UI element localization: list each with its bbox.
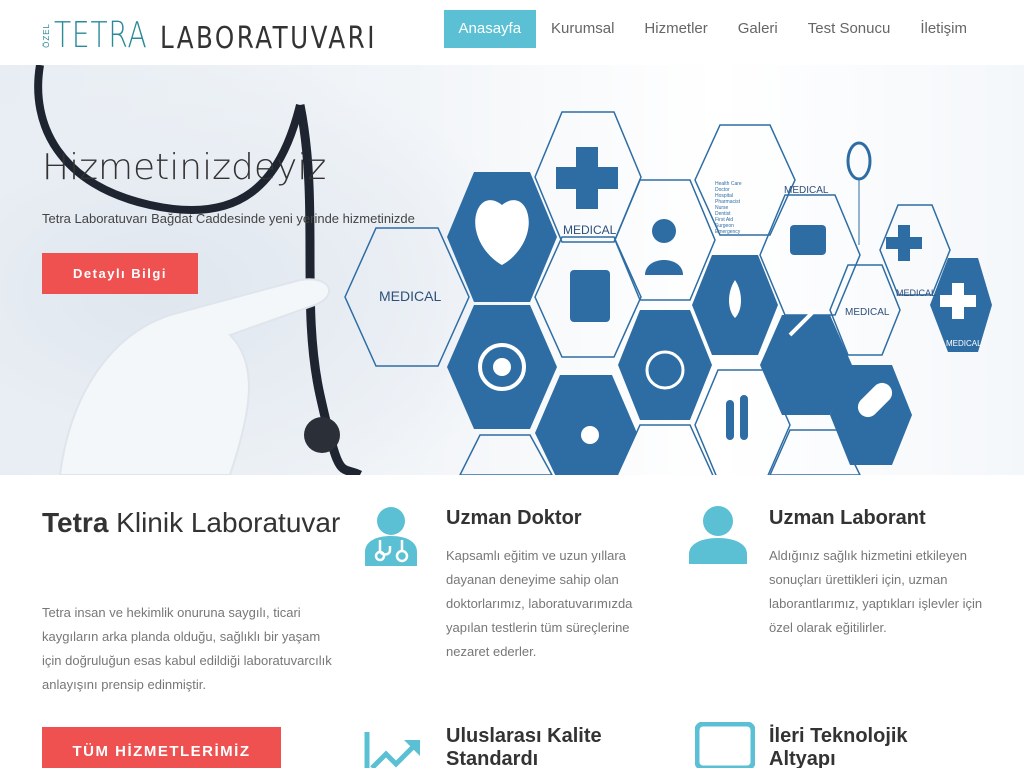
- hex-label-medical: MEDICAL: [845, 307, 890, 318]
- hexagon-outline: [459, 434, 553, 475]
- ring-icon: [846, 141, 872, 181]
- trend-up-icon: [364, 732, 420, 768]
- doctor-icon: [365, 507, 417, 566]
- hex-list-text: Emergency: [715, 229, 741, 235]
- nav-item-anasayfa[interactable]: Anasayfa: [443, 10, 537, 48]
- clipboard-icon: [570, 270, 610, 322]
- feature-title: Uzman Doktor: [446, 507, 582, 529]
- hero-slider: MEDICAL MEDICAL MEDICAL MEDICAL MEDICAL …: [0, 65, 1024, 475]
- stethoscope-tube: [34, 65, 304, 215]
- hexagon-filled: [535, 375, 637, 475]
- doctor-body-icon: [645, 260, 683, 275]
- intro-title: Tetra Klinik Laboratuvar: [42, 506, 342, 539]
- hex-label-medical: MEDICAL: [896, 288, 936, 298]
- logo-brand-text: TETRA: [54, 15, 148, 56]
- feature-uzman-doktor: Uzman Doktor Kapsamlı eğitim ve uzun yıl…: [364, 504, 664, 674]
- hero-detail-button[interactable]: Detaylı Bilgi: [42, 253, 198, 294]
- medical-cross-icon: [556, 147, 618, 209]
- nav-item-kurumsal[interactable]: Kurumsal: [536, 10, 629, 48]
- feature-text: Kapsamlı eğitim ve uzun yıllara dayanan …: [446, 548, 633, 659]
- intro-title-bold: Tetra: [42, 507, 109, 538]
- intro-text: Tetra insan ve hekimlik onuruna saygılı,…: [42, 605, 332, 692]
- feature-teknolojik-altyapi: İleri Teknolojik Altyapı: [695, 722, 995, 768]
- feature-text: Aldığınız sağlık hizmetini etkileyen son…: [769, 548, 983, 635]
- logo-ozel-text: ÖZEL: [42, 23, 51, 48]
- test-tube-icon: [726, 400, 734, 440]
- hero-title: Hizmetinizdeyiz: [42, 147, 327, 188]
- first-aid-kit-icon: [790, 225, 826, 255]
- stethoscope-chestpiece: [304, 417, 340, 453]
- monitor-icon: [695, 722, 755, 768]
- hero-subtitle: Tetra Laboratuvarı Bağdat Caddesinde yen…: [42, 211, 415, 226]
- eye-pupil-icon: [493, 358, 511, 376]
- user-icon: [689, 506, 747, 564]
- nav-item-hizmetler[interactable]: Hizmetler: [629, 10, 722, 48]
- molecule-icon: [581, 426, 599, 444]
- main-nav: Anasayfa Kurumsal Hizmetler Galeri Test …: [443, 10, 983, 48]
- intro-title-rest: Klinik Laboratuvar: [108, 507, 341, 538]
- feature-uzman-laborant: Uzman Laborant Aldığınız sağlık hizmetin…: [688, 504, 988, 674]
- site-logo[interactable]: ÖZEL TETRA LABORATUVARI: [42, 14, 424, 56]
- nav-item-test-sonucu[interactable]: Test Sonucu: [793, 10, 906, 48]
- hexagon-outline: [694, 124, 796, 236]
- hex-label-medical: MEDICAL: [784, 185, 829, 196]
- all-services-button[interactable]: TÜM HİZMETLERİMİZ: [42, 727, 281, 768]
- nav-item-galeri[interactable]: Galeri: [723, 10, 793, 48]
- test-tube-icon: [740, 395, 748, 440]
- feature-title: İleri Teknolojik Altyapı: [769, 725, 908, 768]
- logo-rest-text: LABORATUVARI: [159, 21, 377, 56]
- hex-label-medical: MEDICAL: [563, 223, 617, 237]
- doctor-avatar-icon: [652, 219, 676, 243]
- site-header: ÖZEL TETRA LABORATUVARI Anasayfa Kurumsa…: [0, 0, 1024, 65]
- feature-title: Uzman Laborant: [769, 507, 926, 529]
- glove-hand-shape: [58, 278, 330, 475]
- medical-cross-small-icon: [886, 225, 922, 261]
- nav-item-iletisim[interactable]: İletişim: [905, 10, 982, 48]
- hex-label-medical: MEDICAL: [946, 339, 982, 348]
- feature-title: Uluslarası Kalite Standardı: [446, 725, 602, 768]
- hexagon-filled: [618, 310, 712, 420]
- hex-label-medical: MEDICAL: [379, 288, 441, 304]
- feature-kalite-standardi: Uluslarası Kalite Standardı: [364, 722, 664, 768]
